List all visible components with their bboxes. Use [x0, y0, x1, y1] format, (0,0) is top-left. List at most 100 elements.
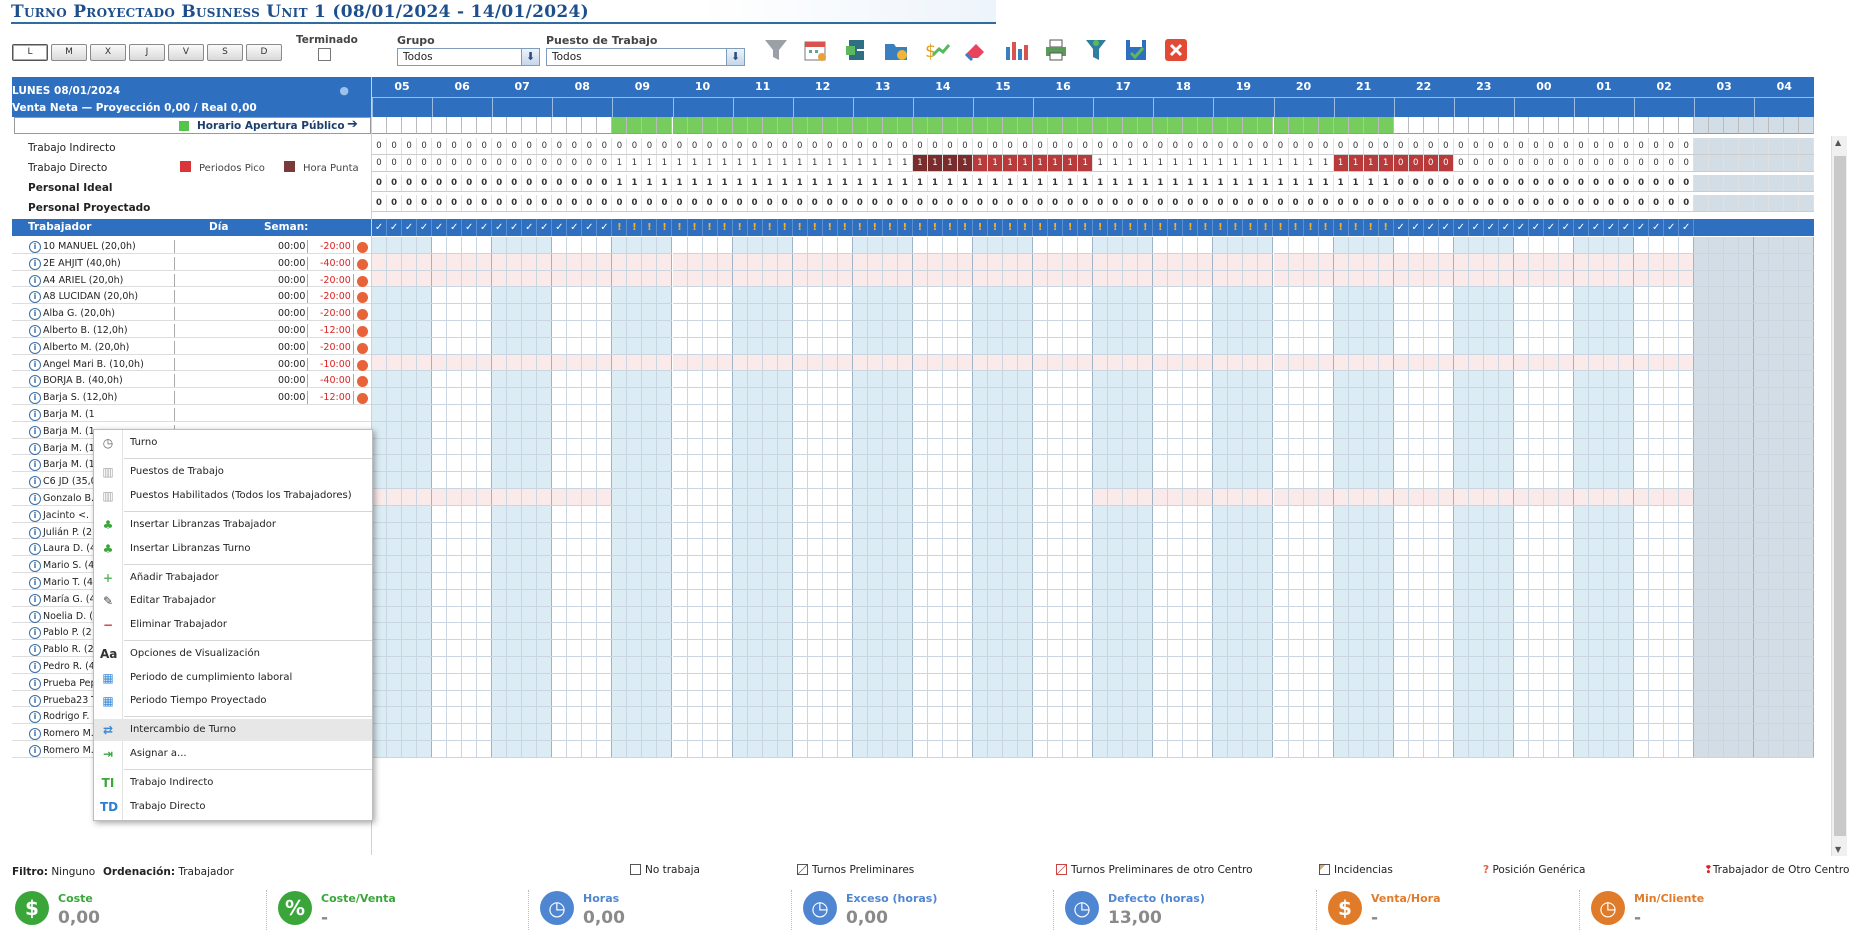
shift-cell[interactable]: [852, 405, 913, 422]
shift-cell[interactable]: [1513, 304, 1574, 321]
status-dot-icon[interactable]: [357, 242, 368, 253]
shift-cell[interactable]: [1694, 539, 1755, 557]
menu-item[interactable]: TI Trabajo Indirecto: [94, 772, 372, 794]
shift-cell[interactable]: [732, 438, 793, 456]
shift-cell[interactable]: [1153, 589, 1214, 607]
shift-cell[interactable]: [432, 321, 493, 338]
shift-cell[interactable]: [1634, 304, 1695, 321]
opening-cell[interactable]: [867, 117, 883, 134]
shift-cell[interactable]: [612, 405, 673, 422]
shift-cell[interactable]: [1754, 589, 1815, 607]
shift-cell[interactable]: [852, 455, 913, 473]
shift-cell[interactable]: [912, 455, 973, 473]
shift-cell[interactable]: [732, 640, 793, 657]
shift-cell[interactable]: [792, 270, 853, 288]
shift-cell[interactable]: [1033, 321, 1094, 338]
shift-cell[interactable]: [912, 321, 973, 338]
shift-cell[interactable]: [973, 573, 1034, 590]
status-dot-icon[interactable]: [357, 309, 368, 321]
shift-cell[interactable]: [672, 505, 733, 523]
shift-cell[interactable]: [912, 270, 973, 288]
shift-cell[interactable]: [792, 640, 853, 657]
shift-cell[interactable]: [1093, 237, 1154, 254]
shift-cell[interactable]: [1453, 388, 1514, 405]
shift-cell[interactable]: [1634, 270, 1695, 288]
shift-cell[interactable]: [1513, 741, 1574, 758]
shift-cell[interactable]: [1333, 707, 1394, 725]
shift-cell[interactable]: [1213, 690, 1274, 708]
arrow-right-icon[interactable]: ➔: [347, 117, 358, 132]
opening-cell[interactable]: [1108, 117, 1124, 134]
shift-cell[interactable]: [1093, 287, 1154, 305]
opening-cell[interactable]: [1543, 117, 1559, 134]
opening-cell[interactable]: [732, 117, 748, 134]
shift-cell[interactable]: [612, 522, 673, 540]
opening-cell[interactable]: [477, 117, 493, 134]
shift-cell[interactable]: [792, 354, 853, 372]
shift-cell[interactable]: [1273, 438, 1334, 456]
shift-cell[interactable]: [1634, 405, 1695, 422]
shift-cell[interactable]: [1453, 304, 1514, 321]
shift-cell[interactable]: [1213, 287, 1274, 305]
shift-cell[interactable]: [1093, 573, 1154, 590]
shift-cell[interactable]: [1333, 253, 1394, 271]
shift-cell[interactable]: [1153, 304, 1214, 321]
terminado-checkbox[interactable]: [318, 48, 331, 61]
shift-cell[interactable]: [672, 741, 733, 758]
shift-cell[interactable]: [912, 472, 973, 489]
shift-cell[interactable]: [973, 522, 1034, 540]
shift-cell[interactable]: [672, 287, 733, 305]
shift-cell[interactable]: [612, 270, 673, 288]
shift-cell[interactable]: [1273, 472, 1334, 489]
shift-cell[interactable]: [1694, 489, 1755, 506]
shift-cell[interactable]: [912, 573, 973, 590]
opening-cell[interactable]: [1604, 117, 1620, 134]
shift-cell[interactable]: [1393, 354, 1454, 372]
shift-cell[interactable]: [432, 724, 493, 741]
opening-cell[interactable]: [492, 117, 508, 134]
shift-cell[interactable]: [552, 421, 613, 439]
shift-cell[interactable]: [1754, 253, 1815, 271]
shift-cell[interactable]: [552, 573, 613, 590]
shift-cell[interactable]: [912, 690, 973, 708]
shift-cell[interactable]: [792, 707, 853, 725]
shift-cell[interactable]: [612, 707, 673, 725]
shift-cell[interactable]: [1153, 657, 1214, 674]
shift-cell[interactable]: [492, 237, 553, 254]
shift-cell[interactable]: [372, 371, 433, 389]
shift-cell[interactable]: [1574, 573, 1635, 590]
shift-cell[interactable]: [1694, 388, 1755, 405]
shift-cell[interactable]: [492, 640, 553, 657]
opening-cell[interactable]: [462, 117, 478, 134]
shift-cell[interactable]: [852, 589, 913, 607]
shift-cell[interactable]: [492, 589, 553, 607]
shift-cell[interactable]: [1093, 421, 1154, 439]
shift-cell[interactable]: [1393, 237, 1454, 254]
shift-cell[interactable]: [792, 405, 853, 422]
opening-cell[interactable]: [672, 117, 688, 134]
shift-cell[interactable]: [612, 371, 673, 389]
shift-cell[interactable]: [672, 337, 733, 355]
shift-cell[interactable]: [1453, 354, 1514, 372]
shift-cell[interactable]: [612, 421, 673, 439]
shift-cell[interactable]: [732, 724, 793, 741]
shift-cell[interactable]: [432, 371, 493, 389]
shift-cell[interactable]: [852, 287, 913, 305]
shift-cell[interactable]: [1574, 623, 1635, 641]
shift-cell[interactable]: [732, 421, 793, 439]
shift-cell[interactable]: [1033, 405, 1094, 422]
shift-cell[interactable]: [1213, 354, 1274, 372]
shift-cell[interactable]: [1033, 690, 1094, 708]
shift-cell[interactable]: [1153, 724, 1214, 741]
shift-cell[interactable]: [1333, 287, 1394, 305]
opening-cell[interactable]: [1033, 117, 1049, 134]
opening-cell[interactable]: [687, 117, 703, 134]
shift-cell[interactable]: [1333, 741, 1394, 758]
menu-item[interactable]: ▦ Periodo de cumplimiento laboral: [94, 667, 372, 689]
shift-cell[interactable]: [1694, 741, 1755, 758]
shift-cell[interactable]: [372, 438, 433, 456]
status-dot-icon[interactable]: [357, 292, 368, 304]
shift-cell[interactable]: [1093, 388, 1154, 405]
opening-cell[interactable]: [1378, 117, 1394, 134]
shift-cell[interactable]: [792, 690, 853, 708]
